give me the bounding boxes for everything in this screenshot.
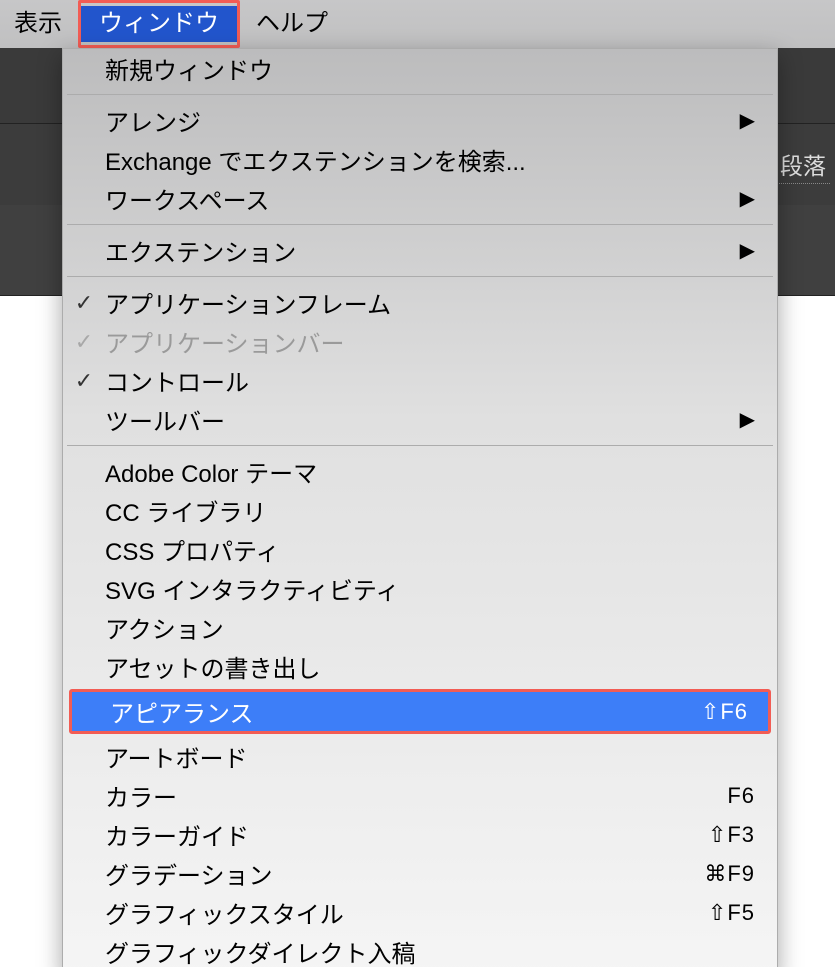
menu-shortcut: ⇧F6 <box>658 699 748 725</box>
menu-item-cc-library[interactable]: CC ライブラリ <box>63 491 777 530</box>
menu-item-label: グラフィックスタイル <box>105 895 665 930</box>
menu-item-app-frame[interactable]: ✓ アプリケーションフレーム <box>63 283 777 322</box>
menu-item-extension[interactable]: エクステンション ▶ <box>63 231 777 270</box>
menu-item-label: アプリケーションバー <box>105 324 755 359</box>
menu-item-label: コントロール <box>105 363 755 398</box>
menu-item-asset-export[interactable]: アセットの書き出し <box>63 647 777 686</box>
menu-item-label: CC ライブラリ <box>105 493 755 528</box>
menu-shortcut: ⇧F5 <box>665 900 755 926</box>
menu-item-label: アクション <box>105 610 755 645</box>
menu-item-adobe-color[interactable]: Adobe Color テーマ <box>63 452 777 491</box>
menu-bar: 表示 ウィンドウ ヘルプ <box>0 0 835 49</box>
menu-item-label: エクステンション <box>105 233 725 268</box>
menu-item-exchange[interactable]: Exchange でエクステンションを検索... <box>63 140 777 179</box>
menu-item-label: 新規ウィンドウ <box>105 51 755 86</box>
menu-item-svg-interactivity[interactable]: SVG インタラクティビティ <box>63 569 777 608</box>
menu-item-action[interactable]: アクション <box>63 608 777 647</box>
highlight-appearance-outline: アピアランス ⇧F6 <box>69 689 771 734</box>
menu-separator <box>67 224 773 225</box>
check-icon: ✓ <box>63 329 105 355</box>
menu-item-color-guide[interactable]: カラーガイド ⇧F3 <box>63 815 777 854</box>
submenu-arrow-icon: ▶ <box>725 407 755 432</box>
highlight-window-outline: ウィンドウ <box>78 0 240 48</box>
menu-window[interactable]: ウィンドウ <box>81 6 237 42</box>
menu-item-label: CSS プロパティ <box>105 532 755 567</box>
menu-item-label: ツールバー <box>105 402 725 437</box>
menu-item-arrange[interactable]: アレンジ ▶ <box>63 101 777 140</box>
menu-item-label: アプリケーションフレーム <box>105 285 755 320</box>
menu-item-workspace[interactable]: ワークスペース ▶ <box>63 179 777 218</box>
menu-item-new-window[interactable]: 新規ウィンドウ <box>63 49 777 88</box>
window-menu-dropdown: 新規ウィンドウ アレンジ ▶ Exchange でエクステンションを検索... … <box>62 48 778 967</box>
menu-item-color[interactable]: カラー F6 <box>63 776 777 815</box>
menu-item-graphic-direct[interactable]: グラフィックダイレクト入稿 <box>63 932 777 967</box>
menu-separator <box>67 276 773 277</box>
menu-separator <box>67 445 773 446</box>
menu-item-toolbar[interactable]: ツールバー ▶ <box>63 400 777 439</box>
menu-view[interactable]: 表示 <box>0 4 76 44</box>
menu-item-artboard[interactable]: アートボード <box>63 737 777 776</box>
submenu-arrow-icon: ▶ <box>725 238 755 263</box>
menu-item-gradation[interactable]: グラデーション ⌘F9 <box>63 854 777 893</box>
menu-item-control[interactable]: ✓ コントロール <box>63 361 777 400</box>
menu-item-graphic-style[interactable]: グラフィックスタイル ⇧F5 <box>63 893 777 932</box>
menu-item-label: カラーガイド <box>105 817 665 852</box>
menu-item-label: アピアランス <box>110 694 658 729</box>
menu-item-label: アレンジ <box>105 103 725 138</box>
check-icon: ✓ <box>63 368 105 394</box>
submenu-arrow-icon: ▶ <box>725 108 755 133</box>
menu-item-label: SVG インタラクティビティ <box>105 571 755 606</box>
menu-item-appearance[interactable]: アピアランス ⇧F6 <box>72 692 768 731</box>
menu-shortcut: F6 <box>665 783 755 809</box>
menu-item-label: Exchange でエクステンションを検索... <box>105 142 755 177</box>
menu-item-app-bar: ✓ アプリケーションバー <box>63 322 777 361</box>
menu-item-css-props[interactable]: CSS プロパティ <box>63 530 777 569</box>
menu-item-label: ワークスペース <box>105 181 725 216</box>
menu-separator <box>67 94 773 95</box>
menu-item-label: Adobe Color テーマ <box>105 454 755 489</box>
menu-item-label: グラデーション <box>105 856 665 891</box>
menu-shortcut: ⌘F9 <box>665 861 755 887</box>
menu-help[interactable]: ヘルプ <box>242 4 342 44</box>
submenu-arrow-icon: ▶ <box>725 186 755 211</box>
menu-shortcut: ⇧F3 <box>665 822 755 848</box>
check-icon: ✓ <box>63 290 105 316</box>
panel-tab-paragraph[interactable]: 段落 <box>776 145 830 184</box>
menu-item-label: アートボード <box>105 739 755 774</box>
menu-item-label: グラフィックダイレクト入稿 <box>105 934 755 967</box>
menu-item-label: アセットの書き出し <box>105 649 755 684</box>
menu-item-label: カラー <box>105 778 665 813</box>
